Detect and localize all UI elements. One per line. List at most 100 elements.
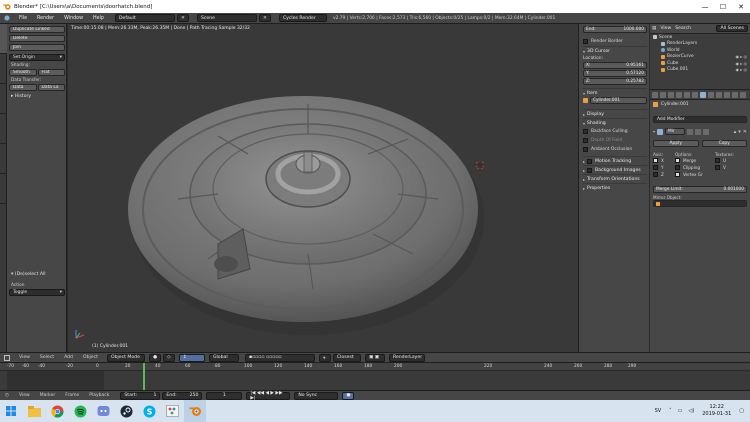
texture-u-checkbox[interactable]: U [715,157,745,164]
clock-icon[interactable]: ◷ [0,393,14,398]
frame-ruler[interactable]: -70 -60 -40 -20 0 20 40 60 80 100 120 14… [0,363,750,371]
viewport-shading-icon[interactable]: ● [148,353,161,362]
engine-dropdown[interactable]: Cycles Render [278,14,327,22]
outliner-display-dropdown[interactable]: All Scenes [716,25,748,32]
skype-icon[interactable]: S [138,400,160,422]
ambient-occlusion-checkbox[interactable]: Ambient Occlusion [583,145,647,154]
copy-button[interactable]: Copy [701,140,747,147]
menu-window[interactable]: Window [59,16,88,21]
timeline-editor[interactable]: -70 -60 -40 -20 0 20 40 60 80 100 120 14… [0,363,750,390]
texture-v-checkbox[interactable]: V [715,164,745,171]
set-origin-dropdown[interactable]: Set Origin ▾ [9,54,65,61]
texture-tab-icon[interactable] [724,91,730,98]
notifications-icon[interactable]: ▢ [739,408,744,414]
outliner-view-menu[interactable]: View [660,26,671,31]
tray-chevron-icon[interactable]: ˄ [669,408,672,414]
shade-flat-button[interactable]: Flat [37,69,65,76]
modifier-name-field[interactable]: Mir [665,128,686,135]
visibility-icons[interactable]: ◉ ▸ ◎ [735,67,747,72]
cursor-z-field[interactable]: Z: 0.25782 [583,78,647,85]
delete-button[interactable]: Delete [9,35,65,42]
close-button[interactable]: ✕ [732,0,750,13]
menu-view[interactable]: View [14,355,35,360]
realtime-toggle-icon[interactable] [703,128,710,135]
visibility-icons[interactable]: ◉ ▸ ◎ [735,54,747,59]
menu-playback[interactable]: Playback [84,393,114,398]
transform-orientation-dropdown[interactable]: Global [208,353,239,362]
data-layout-button[interactable]: Data La [37,84,65,91]
menu-help[interactable]: Help [88,16,109,21]
outliner-search-menu[interactable]: Search [675,26,691,31]
start-frame-field[interactable]: Start: 1 [120,391,161,400]
outliner-editor-icon[interactable]: ▤ [652,26,656,31]
tab-tools[interactable] [0,24,7,54]
outliner-row-cube-001[interactable]: Cube.001 ◉ ▸ ◎ [650,67,750,74]
visibility-icons[interactable]: ◉ ▸ ◎ [735,61,747,66]
cursor-y-field[interactable]: Y: 0.57120 [583,70,647,77]
panel-item[interactable]: ▾ Item [583,88,647,97]
menu-view[interactable]: View [14,393,35,398]
render-layer-dropdown[interactable]: RenderLayer [388,353,425,362]
panel-transform-orientations[interactable]: ▸ Transform Orientations [583,174,647,183]
current-frame-indicator[interactable] [143,363,145,390]
render-preview-icons[interactable]: ▣ ▣ [364,353,385,362]
physics-tab-icon[interactable] [740,91,746,98]
scene-close-icon[interactable]: ✕ [258,14,271,22]
render-border-checkbox[interactable]: Render Border [583,37,647,46]
end-frame-field[interactable]: End: 250 [162,391,203,400]
tab-physics[interactable] [0,144,7,174]
menu-file[interactable]: File [14,16,32,21]
editor-type-icon[interactable] [0,354,14,361]
material-tab-icon[interactable] [716,91,722,98]
language-indicator[interactable]: SV [655,408,662,414]
axis-z-checkbox[interactable]: Z [653,171,675,178]
merge-checkbox[interactable]: Merge [675,157,715,164]
duplicate-linked-button[interactable]: Duplicate Linked [9,26,65,33]
tab-create[interactable] [0,54,7,84]
layers-grid[interactable]: ▪▫▫▫▫ ▫▫▫▫▫ [244,353,315,362]
menu-frame[interactable]: Frame [60,393,84,398]
sync-dropdown[interactable]: No Sync [294,391,339,400]
modifiers-tab-icon[interactable] [700,91,706,98]
vertex-groups-checkbox[interactable]: Vertex Gr [675,171,715,178]
network-icon[interactable]: ▭ [678,408,683,414]
object-tab-icon[interactable] [684,91,690,98]
editor-type-icon[interactable] [0,15,14,21]
shade-smooth-button[interactable]: Smooth [9,69,37,76]
scene-tab-icon[interactable] [668,91,674,98]
mode-dropdown[interactable]: Object Mode [106,353,145,362]
menu-select[interactable]: Select [35,355,59,360]
maximize-button[interactable]: ☐ [714,0,732,13]
panel-motion-tracking[interactable]: ▸ Motion Tracking [583,156,647,165]
render-toggle-icon[interactable] [695,128,702,135]
panel-shading[interactable]: ▾ Shading [583,118,647,127]
clip-end-field[interactable]: End: 1000.000 [583,26,647,33]
3d-viewport[interactable]: Time:00:15.08 | Mem:26.33M, Peak:26.35M … [68,24,578,352]
world-tab-icon[interactable] [676,91,682,98]
axis-x-checkbox[interactable]: X [653,157,675,164]
spotify-icon[interactable] [69,400,91,422]
minimize-button[interactable]: — [696,0,714,13]
file-explorer-icon[interactable] [23,400,45,422]
tab-relations[interactable] [0,84,7,114]
apply-button[interactable]: Apply [653,140,699,147]
data-transfer-button[interactable]: Data [9,84,37,91]
steam-icon[interactable] [115,400,137,422]
chrome-icon[interactable] [46,400,68,422]
axis-y-checkbox[interactable]: Y [653,164,675,171]
volume-icon[interactable]: ◁) [688,408,694,414]
start-button[interactable] [0,400,22,422]
particles-tab-icon[interactable] [732,91,738,98]
editmode-toggle-icon[interactable] [687,128,694,135]
blender-taskbar-icon[interactable] [184,400,206,422]
panel-display[interactable]: ▸ Display [583,109,647,118]
add-modifier-dropdown[interactable]: Add Modifier [653,116,747,123]
constraints-tab-icon[interactable] [692,91,698,98]
snap-toggle-icon[interactable]: ⌖ [318,353,331,362]
keyframe-record-icon[interactable]: ● [342,391,355,400]
panel-properties[interactable]: ▸ Properties [583,183,647,192]
render-tab-icon[interactable] [652,91,658,98]
manipulator-toggle-icon[interactable]: ↕ [178,353,205,362]
clock[interactable]: 12:22 2019-01-31 [702,404,731,418]
remove-modifier-icon[interactable]: ✕ [743,129,747,135]
